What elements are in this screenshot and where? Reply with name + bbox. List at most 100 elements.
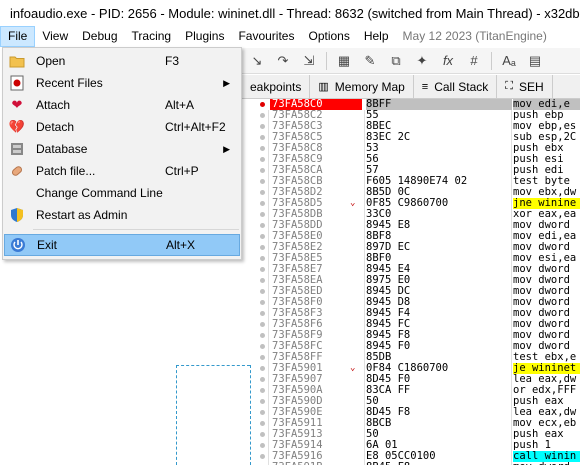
breakpoint-slot-icon[interactable] — [260, 355, 265, 360]
tab-seh-label: SEH — [518, 79, 544, 94]
breakpoint-slot-icon[interactable] — [260, 322, 265, 327]
menu-plugins[interactable]: Plugins — [178, 26, 231, 47]
tab-call-stack[interactable]: ≡ Call Stack — [413, 75, 498, 98]
hash-icon[interactable]: # — [463, 50, 485, 72]
label-icon[interactable]: ✦ — [411, 50, 433, 72]
breakpoint-slot-icon[interactable] — [260, 421, 265, 426]
tab-seh[interactable]: ⛶ SEH — [497, 75, 553, 98]
breakpoint-slot-icon[interactable] — [260, 190, 265, 195]
disasm-instruction: mov edi,e — [513, 99, 580, 110]
disasm-instruction: mov dword — [513, 330, 570, 341]
file-menu-database[interactable]: Database ▶ — [4, 138, 240, 160]
disasm-instruction: push ebp — [513, 110, 564, 121]
disasm-instruction: test ebx,e — [513, 352, 577, 363]
file-menu-change-command-line[interactable]: Change Command Line — [4, 182, 240, 204]
breakpoint-slot-icon[interactable] — [260, 146, 265, 151]
run-to-user-icon[interactable]: ⇲ — [298, 50, 320, 72]
tab-breakpoints-label: eakpoints — [250, 79, 302, 94]
menu-item-label: Exit — [37, 238, 58, 252]
breakpoint-slot-icon[interactable] — [260, 443, 265, 448]
breakpoint-slot-icon[interactable] — [260, 300, 265, 305]
menu-item-label: Patch file... — [36, 164, 96, 178]
breakpoint-slot-icon[interactable] — [260, 344, 265, 349]
disasm-instruction: mov dword — [513, 297, 570, 308]
breakpoint-slot-icon[interactable] — [260, 410, 265, 415]
step-into-icon[interactable]: ↘ — [246, 50, 268, 72]
breakpoint-slot-icon[interactable] — [260, 168, 265, 173]
menu-debug[interactable]: Debug — [75, 26, 124, 47]
disasm-instruction: xor eax,ea — [513, 209, 577, 220]
breakpoint-slot-icon[interactable] — [260, 256, 265, 261]
menu-file[interactable]: File — [0, 26, 36, 47]
recent-files-icon — [8, 74, 26, 92]
file-menu-restart-as-admin[interactable]: Restart as Admin — [4, 204, 240, 226]
breakpoint-slot-icon[interactable] — [260, 333, 265, 338]
breakpoint-slot-icon[interactable] — [260, 289, 265, 294]
file-menu-exit[interactable]: Exit Alt+X — [4, 234, 240, 256]
menu-options[interactable]: Options — [301, 26, 356, 47]
function-icon[interactable]: fx — [437, 50, 459, 72]
breakpoint-slot-icon[interactable] — [260, 311, 265, 316]
disasm-instruction: mov dword — [513, 308, 570, 319]
menu-separator — [33, 229, 239, 230]
file-menu-open[interactable]: Open F3 — [4, 50, 240, 72]
title-bar: infoaudio.exe - PID: 2656 - Module: wini… — [0, 0, 580, 26]
tab-memory-map[interactable]: ▥ Memory Map — [310, 75, 414, 98]
command-line-icon — [8, 184, 26, 202]
detach-icon: 💔 — [8, 119, 26, 134]
menu-favourites[interactable]: Favourites — [231, 26, 301, 47]
seh-icon: ⛶ — [505, 80, 513, 92]
disasm-instruction: call winin — [513, 451, 580, 462]
disasm-instruction: jne winine — [513, 198, 580, 209]
scylla-icon[interactable]: ▦ — [333, 50, 355, 72]
menu-item-shortcut: Alt+A — [165, 98, 195, 112]
breakpoint-slot-icon[interactable] — [260, 454, 265, 459]
tab-breakpoints[interactable]: eakpoints — [242, 75, 311, 98]
breakpoint-slot-icon[interactable] — [260, 212, 265, 217]
breakpoint-slot-icon[interactable] — [260, 223, 265, 228]
file-menu-patch-file[interactable]: Patch file... Ctrl+P — [4, 160, 240, 182]
strings-icon[interactable]: Aₐ — [498, 50, 520, 72]
menu-view[interactable]: View — [35, 26, 75, 47]
breakpoint-slot-icon[interactable] — [260, 201, 265, 206]
disasm-instruction: test byte — [513, 176, 570, 187]
menu-item-shortcut: Ctrl+P — [165, 164, 199, 178]
breakpoint-slot-icon[interactable] — [260, 267, 265, 272]
file-menu-attach[interactable]: ❤ Attach Alt+A — [4, 94, 240, 116]
file-menu-recent-files[interactable]: Recent Files ▶ — [4, 72, 240, 94]
disasm-bytes: 83CA FF — [366, 384, 411, 396]
breakpoint-icon[interactable] — [260, 102, 265, 107]
jump-down-icon: ⌄ — [350, 363, 356, 373]
breakpoint-slot-icon[interactable] — [260, 124, 265, 129]
folder-icon — [8, 52, 26, 70]
breakpoint-slot-icon[interactable] — [260, 234, 265, 239]
window-title: infoaudio.exe - PID: 2656 - Module: wini… — [10, 5, 580, 21]
menu-item-shortcut: F3 — [165, 54, 180, 68]
menu-help[interactable]: Help — [357, 26, 396, 47]
breakpoint-slot-icon[interactable] — [260, 377, 265, 382]
menu-tracing[interactable]: Tracing — [125, 26, 179, 47]
disasm-instruction: lea eax,dw — [513, 407, 577, 418]
breakpoint-slot-icon[interactable] — [260, 157, 265, 162]
breakpoint-slot-icon[interactable] — [260, 245, 265, 250]
breakpoint-slot-icon[interactable] — [260, 388, 265, 393]
breakpoint-slot-icon[interactable] — [260, 179, 265, 184]
disasm-bytes: 53 — [366, 142, 379, 154]
disasm-instruction: push esi — [513, 154, 564, 165]
patch-icon[interactable]: ✎ — [359, 50, 381, 72]
breakpoint-slot-icon[interactable] — [260, 366, 265, 371]
disasm-instruction: mov esi,ea — [513, 253, 577, 264]
file-menu-detach[interactable]: 💔 Detach Ctrl+Alt+F2 — [4, 116, 240, 138]
breakpoint-slot-icon[interactable] — [260, 278, 265, 283]
disasm-instruction: push eax — [513, 396, 564, 407]
disasm-bytes: 8BCB — [366, 417, 392, 429]
breakpoint-slot-icon[interactable] — [260, 432, 265, 437]
calculator-icon[interactable]: ▤ — [524, 50, 546, 72]
step-over-icon[interactable]: ↷ — [272, 50, 294, 72]
breakpoint-slot-icon[interactable] — [260, 399, 265, 404]
breakpoint-slot-icon[interactable] — [260, 135, 265, 140]
disasm-instruction: mov dword — [513, 275, 570, 286]
disasm-instruction: push eax — [513, 429, 564, 440]
breakpoint-slot-icon[interactable] — [260, 113, 265, 118]
comment-icon[interactable]: ⧉ — [385, 50, 407, 72]
